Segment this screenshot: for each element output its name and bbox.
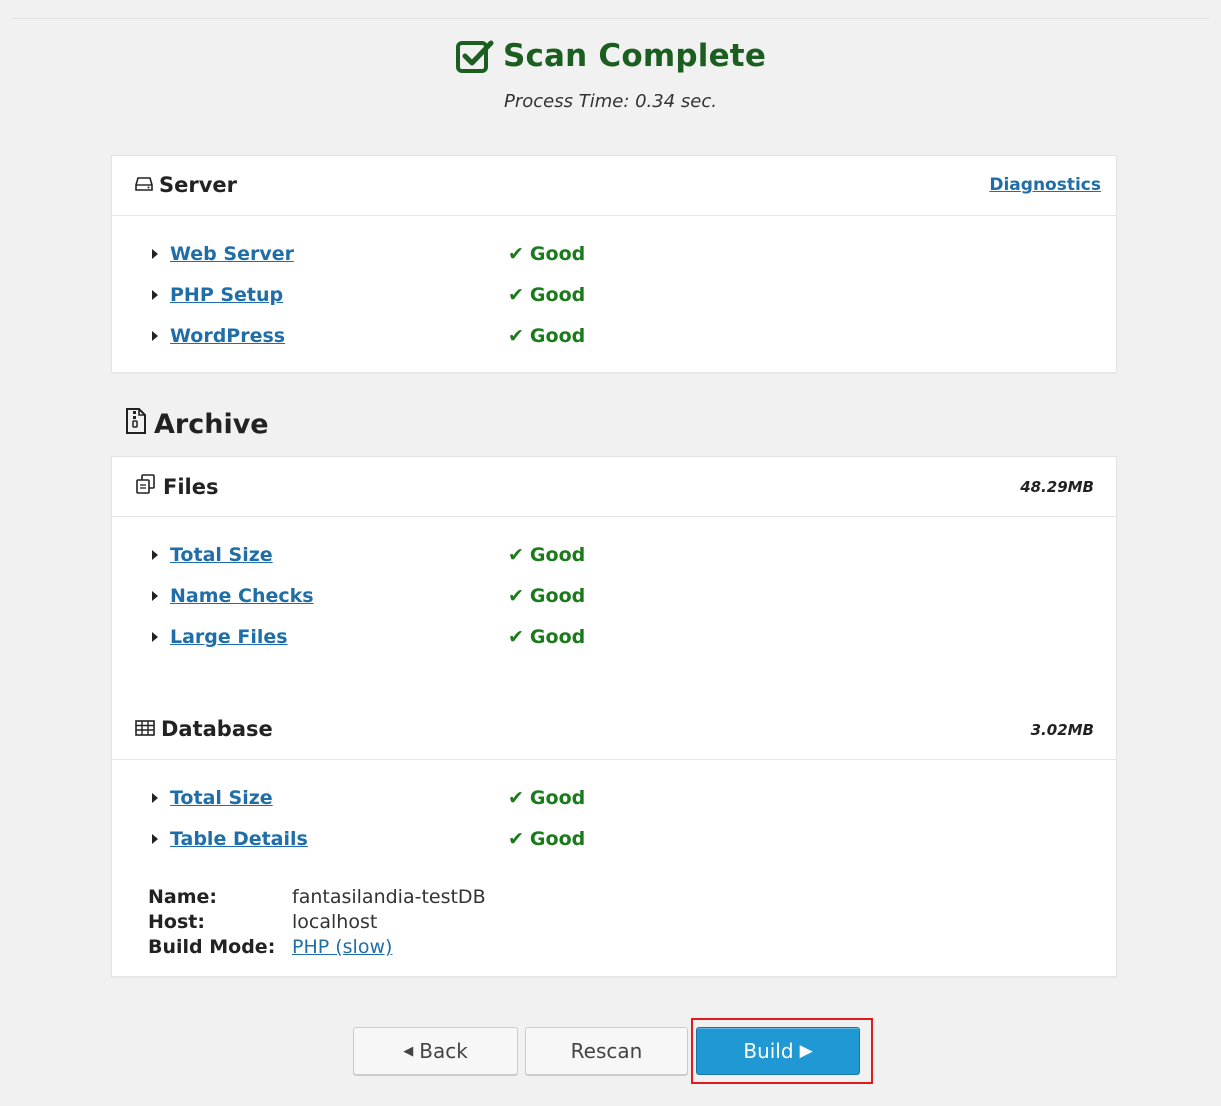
files-header: Files 48.29MB: [112, 457, 1116, 517]
web-server-link[interactable]: Web Server: [170, 243, 294, 265]
back-button[interactable]: ◀ Back: [353, 1027, 518, 1075]
database-header: Database 3.02MB: [112, 700, 1116, 760]
expand-arrow-icon[interactable]: [152, 290, 158, 300]
status-text: Good: [529, 585, 586, 607]
checkmark-icon: ✔: [508, 325, 524, 347]
db-host-label: Host:: [148, 911, 205, 933]
files-item-name-checks[interactable]: Name Checks ✔ Good: [152, 581, 585, 611]
build-mode-label: Build Mode:: [148, 936, 276, 958]
expand-arrow-icon[interactable]: [152, 793, 158, 803]
build-mode-link[interactable]: PHP (slow): [292, 935, 392, 960]
table-details-link[interactable]: Table Details: [170, 828, 308, 850]
build-highlight-box: [691, 1018, 873, 1084]
expand-arrow-icon[interactable]: [152, 591, 158, 601]
files-item-total-size[interactable]: Total Size ✔ Good: [152, 540, 585, 570]
status-text: Good: [529, 325, 586, 347]
wordpress-link[interactable]: WordPress: [170, 325, 285, 347]
checkmark-icon: ✔: [508, 787, 524, 809]
files-size: 48.29MB: [1020, 478, 1094, 496]
expand-arrow-icon[interactable]: [152, 550, 158, 560]
status-good: ✔ Good: [508, 321, 585, 351]
rescan-button[interactable]: Rescan: [525, 1027, 688, 1075]
page-header: Scan Complete: [0, 38, 1221, 78]
server-item-web-server[interactable]: Web Server ✔ Good: [152, 239, 585, 269]
files-icon: [135, 474, 157, 499]
checkmark-icon: ✔: [508, 585, 524, 607]
process-time: Process Time: 0.34 sec.: [504, 91, 717, 112]
expand-arrow-icon[interactable]: [152, 249, 158, 259]
name-checks-link[interactable]: Name Checks: [170, 585, 314, 607]
checkmark-icon: ✔: [508, 544, 524, 566]
archive-title: Archive: [124, 407, 269, 442]
db-name-value: fantasilandia-testDB: [292, 886, 486, 908]
files-title-text: Files: [163, 474, 219, 499]
php-setup-link[interactable]: PHP Setup: [170, 284, 283, 306]
back-button-label: Back: [419, 1039, 468, 1063]
arrow-left-icon: ◀: [403, 1043, 414, 1059]
status-good: ✔ Good: [508, 824, 585, 854]
status-good: ✔ Good: [508, 783, 585, 813]
checkmark-icon: ✔: [508, 828, 524, 850]
archive-panel: Files 48.29MB Total Size ✔ Good Name Chec…: [111, 456, 1117, 977]
files-title: Files: [135, 474, 218, 499]
status-text: Good: [529, 544, 586, 566]
database-title: Database: [135, 717, 273, 741]
db-total-size-link[interactable]: Total Size: [170, 787, 273, 809]
status-good: ✔ Good: [508, 581, 585, 611]
server-item-php-setup[interactable]: PHP Setup ✔ Good: [152, 280, 585, 310]
db-name-label: Name:: [148, 886, 218, 908]
database-title-text: Database: [161, 717, 273, 741]
status-good: ✔ Good: [508, 540, 585, 570]
checkmark-icon: ✔: [508, 626, 524, 648]
database-item-table-details[interactable]: Table Details ✔ Good: [152, 824, 585, 854]
check-square-icon: [455, 38, 495, 74]
files-total-size-link[interactable]: Total Size: [170, 544, 273, 566]
server-title: Server: [135, 173, 237, 197]
large-files-link[interactable]: Large Files: [170, 626, 288, 648]
status-good: ✔ Good: [508, 239, 585, 269]
page-title: Scan Complete: [455, 38, 766, 74]
expand-arrow-icon[interactable]: [152, 834, 158, 844]
zip-file-icon: [124, 407, 148, 442]
status-text: Good: [529, 828, 586, 850]
status-text: Good: [529, 626, 586, 648]
page-title-text: Scan Complete: [502, 38, 767, 74]
checkmark-icon: ✔: [508, 243, 524, 265]
db-host-value: localhost: [292, 911, 378, 933]
server-panel-header: Server Diagnostics: [112, 156, 1116, 216]
server-item-wordpress[interactable]: WordPress ✔ Good: [152, 321, 585, 351]
server-icon: [135, 173, 153, 197]
diagnostics-link[interactable]: Diagnostics: [989, 175, 1101, 195]
status-text: Good: [529, 787, 586, 809]
expand-arrow-icon[interactable]: [152, 632, 158, 642]
status-text: Good: [529, 243, 586, 265]
server-panel: Server Diagnostics Web Server ✔ Good PHP …: [111, 155, 1117, 373]
server-title-text: Server: [159, 173, 238, 197]
status-good: ✔ Good: [508, 622, 585, 652]
database-size: 3.02MB: [1030, 721, 1094, 739]
status-good: ✔ Good: [508, 280, 585, 310]
checkmark-icon: ✔: [508, 284, 524, 306]
table-grid-icon: [135, 717, 155, 741]
top-divider: [12, 18, 1209, 19]
rescan-button-label: Rescan: [570, 1039, 643, 1063]
files-item-large-files[interactable]: Large Files ✔ Good: [152, 622, 585, 652]
status-text: Good: [529, 284, 586, 306]
archive-title-text: Archive: [154, 409, 269, 440]
database-item-total-size[interactable]: Total Size ✔ Good: [152, 783, 585, 813]
expand-arrow-icon[interactable]: [152, 331, 158, 341]
